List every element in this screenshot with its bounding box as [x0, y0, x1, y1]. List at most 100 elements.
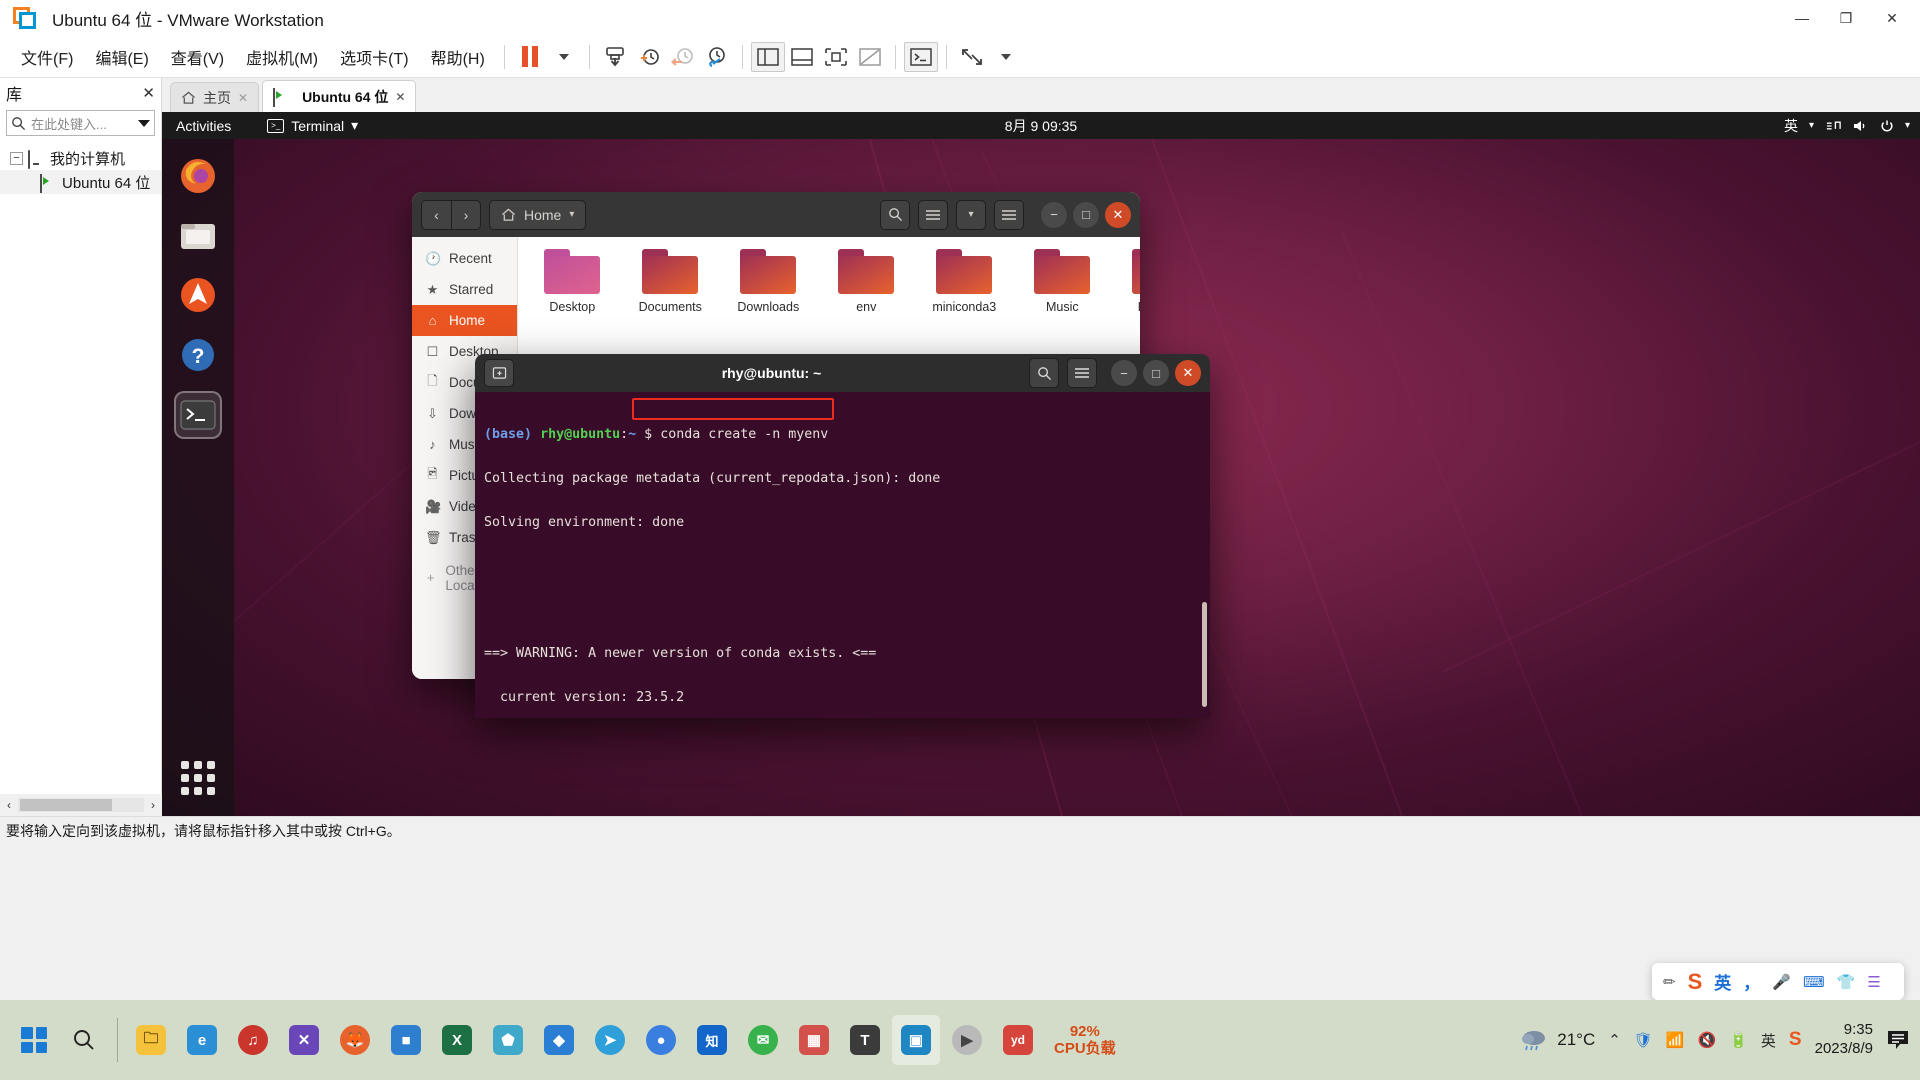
sidebar-item-starred[interactable]: ★ Starred: [412, 274, 517, 305]
tray-network-icon[interactable]: 📶: [1666, 1031, 1685, 1049]
scrollbar-thumb[interactable]: [20, 799, 112, 811]
tab-home[interactable]: 主页 ✕: [170, 82, 260, 112]
taskbar-app-file-explorer[interactable]: 🗀: [127, 1015, 175, 1065]
terminal-output-area[interactable]: (base) rhy@ubuntu:~ $ conda create -n my…: [475, 392, 1210, 718]
library-horizontal-scrollbar[interactable]: ‹ ›: [0, 794, 162, 816]
folder-item[interactable]: Documents: [630, 249, 710, 314]
back-button[interactable]: ‹: [421, 199, 451, 230]
taskbar-app-youdao-dict[interactable]: yd: [994, 1015, 1042, 1065]
terminal-menu-button[interactable]: [1067, 358, 1097, 388]
pause-dropdown[interactable]: [547, 42, 581, 72]
files-search-button[interactable]: [880, 199, 910, 230]
menu-vm[interactable]: 虚拟机(M): [235, 41, 329, 73]
terminal-new-tab-button[interactable]: [484, 359, 514, 387]
ime-toolbox-icon[interactable]: ☰: [1867, 973, 1880, 991]
pause-button[interactable]: [513, 42, 547, 72]
terminal-window[interactable]: rhy@ubuntu: ~ − □ ✕ (base) rhy@ubuntu:~ …: [475, 354, 1210, 718]
ime-language-toggle[interactable]: 英: [1714, 969, 1731, 994]
window-minimize-button[interactable]: —: [1780, 0, 1824, 36]
ime-skin-icon[interactable]: 👕: [1837, 973, 1856, 991]
show-applications-button[interactable]: [174, 754, 222, 802]
tray-volume-muted-icon[interactable]: 🔇: [1698, 1031, 1717, 1049]
scroll-left-arrow-icon[interactable]: ‹: [0, 795, 18, 815]
taskbar-app-onedrive[interactable]: ◆: [535, 1015, 583, 1065]
send-ctrl-alt-del-button[interactable]: [598, 42, 632, 72]
gnome-clock[interactable]: 8月 9 09:35: [1005, 116, 1077, 136]
scroll-right-arrow-icon[interactable]: ›: [144, 795, 162, 815]
folder-item[interactable]: Downloads: [728, 249, 808, 314]
folder-item[interactable]: Pictures: [1120, 249, 1140, 314]
ime-floating-bar[interactable]: ✏ S 英 ， 🎤 ⌨ 👕 ☰: [1652, 963, 1904, 1000]
library-search-input[interactable]: 在此处键入...: [6, 110, 155, 136]
files-maximize-button[interactable]: □: [1073, 201, 1099, 228]
folder-item[interactable]: Music: [1022, 249, 1102, 314]
tray-battery-icon[interactable]: 🔋: [1729, 1031, 1748, 1049]
tab-close-button[interactable]: ✕: [395, 90, 405, 104]
taskbar-app-visual-studio[interactable]: ✕: [280, 1015, 328, 1065]
app-menu-terminal[interactable]: >_ Terminal ▾: [267, 117, 358, 134]
hide-tabs-button[interactable]: [853, 42, 887, 72]
folder-item[interactable]: env: [826, 249, 906, 314]
start-button[interactable]: [8, 1018, 60, 1062]
taskbar-app-photos[interactable]: ⬟: [484, 1015, 532, 1065]
activities-button[interactable]: Activities: [176, 118, 231, 134]
files-view-dropdown[interactable]: ▾: [956, 199, 986, 230]
show-library-button[interactable]: [750, 41, 785, 72]
files-view-toggle-button[interactable]: [918, 199, 948, 230]
dock-item-software[interactable]: [174, 271, 222, 319]
dock-item-firefox[interactable]: [174, 151, 222, 199]
taskbar-app-excel[interactable]: X: [433, 1015, 481, 1065]
tray-sogou-icon[interactable]: S: [1789, 1029, 1802, 1051]
terminal-scrollbar[interactable]: [1202, 602, 1207, 707]
folder-item[interactable]: miniconda3: [924, 249, 1004, 314]
menu-tabs[interactable]: 选项卡(T): [329, 41, 419, 73]
show-console-view-button[interactable]: [819, 42, 853, 72]
terminal-search-button[interactable]: [1029, 358, 1059, 388]
files-minimize-button[interactable]: −: [1041, 201, 1067, 228]
taskbar-clock[interactable]: 9:35 2023/8/9: [1815, 1021, 1873, 1059]
notification-icon[interactable]: [1886, 1029, 1910, 1051]
fullscreen-dropdown[interactable]: [989, 42, 1023, 72]
tree-item-my-computer[interactable]: − 我的计算机: [0, 146, 161, 170]
dock-item-help[interactable]: ?: [174, 331, 222, 379]
menu-edit[interactable]: 编辑(E): [84, 41, 159, 73]
tray-ime-indicator[interactable]: 英: [1761, 1030, 1776, 1051]
taskbar-app-netease-music[interactable]: ♫: [229, 1015, 277, 1065]
gnome-system-tray[interactable]: 英 ▾ ▾: [1784, 116, 1910, 136]
tray-security-icon[interactable]: 🛡: [1634, 1031, 1653, 1049]
path-bar-home[interactable]: Home ▾: [489, 199, 587, 230]
take-snapshot-button[interactable]: [632, 42, 666, 72]
library-close-button[interactable]: ✕: [142, 84, 155, 102]
taskbar-app-edge[interactable]: e: [178, 1015, 226, 1065]
taskbar-app-thunderbird[interactable]: ✉: [739, 1015, 787, 1065]
taskbar-app-calendar[interactable]: ▦: [790, 1015, 838, 1065]
taskbar-app-zhihu[interactable]: 知: [688, 1015, 736, 1065]
menu-help[interactable]: 帮助(H): [420, 41, 496, 73]
chevron-down-icon[interactable]: ▾: [1905, 120, 1910, 131]
cpu-load-indicator[interactable]: 92% CPU负载: [1054, 1023, 1116, 1058]
menu-file[interactable]: 文件(F): [10, 41, 84, 73]
weather-widget[interactable]: 21°C: [1519, 1028, 1595, 1052]
tree-expander-icon[interactable]: −: [10, 151, 23, 165]
ime-punctuation-toggle[interactable]: ，: [1743, 969, 1760, 994]
tab-close-button[interactable]: ✕: [238, 91, 248, 105]
terminal-close-button[interactable]: ✕: [1175, 360, 1201, 386]
ime-keyboard-icon[interactable]: ⌨: [1803, 973, 1825, 991]
taskbar-app-firefox[interactable]: 🦊: [331, 1015, 379, 1065]
scrollbar-track[interactable]: [18, 798, 144, 812]
dock-item-files[interactable]: [174, 211, 222, 259]
sidebar-item-recent[interactable]: 🕐 Recent: [412, 243, 517, 274]
tab-ubuntu-64[interactable]: Ubuntu 64 位 ✕: [262, 80, 417, 112]
terminal-maximize-button[interactable]: □: [1143, 360, 1169, 386]
taskbar-app-pycharm[interactable]: ■: [382, 1015, 430, 1065]
taskbar-app-telegram[interactable]: ➤: [586, 1015, 634, 1065]
files-close-button[interactable]: ✕: [1105, 201, 1131, 228]
terminal-minimize-button[interactable]: −: [1111, 360, 1137, 386]
taskbar-app-chrome[interactable]: ●: [637, 1015, 685, 1065]
snapshot-manager-button[interactable]: [700, 42, 734, 72]
show-thumbnail-bar-button[interactable]: [785, 42, 819, 72]
vm-guest-screen[interactable]: Activities >_ Terminal ▾ 8月 9 09:35 英 ▾: [162, 112, 1920, 816]
ime-pen-icon[interactable]: ✏: [1663, 973, 1676, 991]
tree-item-ubuntu-64[interactable]: Ubuntu 64 位: [0, 170, 161, 194]
chevron-down-icon[interactable]: [138, 119, 150, 127]
